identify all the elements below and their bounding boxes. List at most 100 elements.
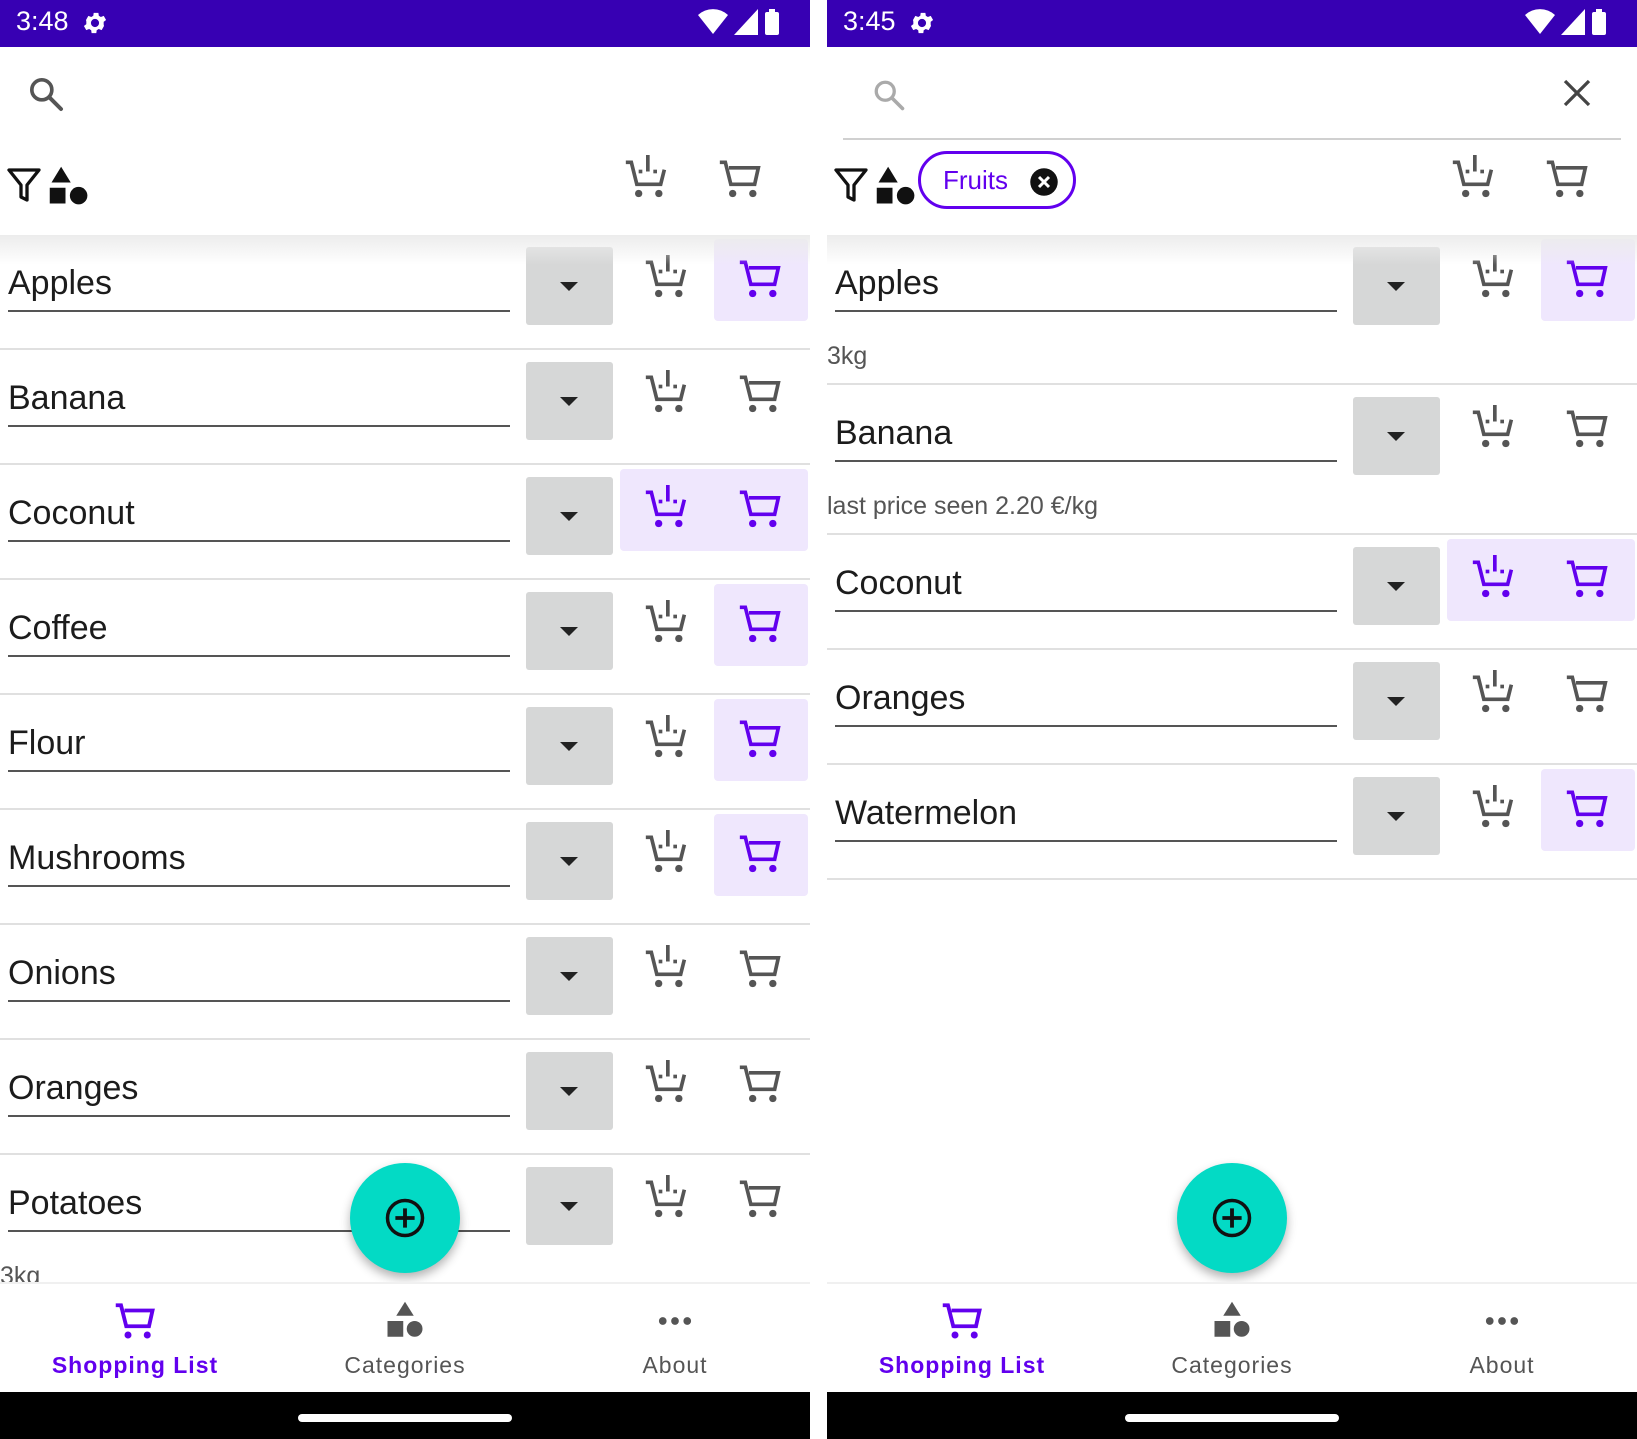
- status-bar: 3:48: [0, 0, 810, 47]
- add-to-cart-button[interactable]: [644, 1058, 688, 1106]
- list-shadow: [0, 235, 810, 265]
- cart-icon: [739, 605, 781, 643]
- close-icon[interactable]: [1559, 75, 1595, 111]
- item-name-field[interactable]: Onions: [8, 950, 510, 1002]
- cart-icon: [739, 1180, 781, 1218]
- item-name: Coconut: [8, 494, 135, 532]
- search-input[interactable]: [917, 71, 1477, 117]
- cart-icon: [1566, 790, 1608, 828]
- item-name: Mushrooms: [8, 839, 186, 877]
- item-dropdown[interactable]: [1353, 397, 1440, 475]
- bottom-navigation: Shopping List Categories About: [827, 1282, 1637, 1392]
- item-name-field[interactable]: Banana: [835, 410, 1337, 462]
- item-name-field[interactable]: Coconut: [8, 490, 510, 542]
- in-cart-button[interactable]: [738, 1173, 782, 1221]
- in-cart-button[interactable]: [738, 598, 782, 646]
- nav-shopping-list[interactable]: Shopping List: [827, 1284, 1097, 1394]
- item-name-field[interactable]: Coconut: [835, 560, 1337, 612]
- list-item-flour: Flour: [0, 695, 810, 810]
- filter-chip-label: Fruits: [943, 164, 1008, 195]
- cart-add-icon: [645, 600, 687, 643]
- item-dropdown[interactable]: [526, 1167, 613, 1245]
- nav-about[interactable]: About: [540, 1284, 810, 1394]
- in-cart-button[interactable]: [738, 713, 782, 761]
- filter-chip[interactable]: Fruits: [918, 151, 1076, 209]
- add-circle-icon: [1212, 1198, 1252, 1238]
- add-to-cart-button[interactable]: [1471, 783, 1515, 831]
- item-name: Oranges: [835, 679, 966, 717]
- cart-all-icon[interactable]: [1545, 153, 1589, 201]
- dropdown-caret-icon: [1387, 432, 1405, 441]
- in-cart-button[interactable]: [738, 483, 782, 531]
- item-note: last price seen 2.20 €/kg: [827, 492, 1098, 520]
- item-name-field[interactable]: Apples: [835, 260, 1337, 312]
- item-dropdown[interactable]: [1353, 777, 1440, 855]
- item-dropdown[interactable]: [1353, 547, 1440, 625]
- add-to-cart-button[interactable]: [644, 598, 688, 646]
- item-name-field[interactable]: Apples: [8, 260, 510, 312]
- add-to-cart-button[interactable]: [644, 713, 688, 761]
- categories-filter-icon[interactable]: [48, 165, 90, 207]
- in-cart-button[interactable]: [738, 828, 782, 876]
- item-name-field[interactable]: Mushrooms: [8, 835, 510, 887]
- shopping-list: Apples Banana Coconut Coffee Flour Mushrooms O…: [0, 235, 810, 1282]
- add-to-cart-button[interactable]: [644, 828, 688, 876]
- more-icon: [1485, 1317, 1519, 1325]
- item-dropdown[interactable]: [526, 477, 613, 555]
- item-name-field[interactable]: Flour: [8, 720, 510, 772]
- search-icon[interactable]: [26, 74, 66, 114]
- add-to-cart-all-icon[interactable]: [1451, 153, 1495, 201]
- nav-label: About: [1469, 1352, 1535, 1378]
- cart-add-icon: [645, 1175, 687, 1218]
- home-indicator[interactable]: [298, 1414, 512, 1422]
- item-dropdown[interactable]: [526, 1052, 613, 1130]
- in-cart-button[interactable]: [1565, 783, 1609, 831]
- filter-row: [0, 141, 810, 235]
- item-name-field[interactable]: Oranges: [835, 675, 1337, 727]
- item-name-field[interactable]: Oranges: [8, 1065, 510, 1117]
- add-to-cart-all-icon[interactable]: [624, 153, 668, 201]
- cart-icon: [942, 1303, 982, 1339]
- add-to-cart-button[interactable]: [1471, 668, 1515, 716]
- item-name: Apples: [835, 264, 939, 302]
- home-indicator[interactable]: [1125, 1414, 1339, 1422]
- item-dropdown[interactable]: [1353, 662, 1440, 740]
- item-dropdown[interactable]: [526, 707, 613, 785]
- in-cart-button[interactable]: [1565, 403, 1609, 451]
- item-name-field[interactable]: Coffee: [8, 605, 510, 657]
- item-name-field[interactable]: Watermelon: [835, 790, 1337, 842]
- nav-categories[interactable]: Categories: [1097, 1284, 1367, 1394]
- status-time: 3:45: [843, 6, 896, 36]
- nav-shopping-list[interactable]: Shopping List: [0, 1284, 270, 1394]
- add-to-cart-button[interactable]: [644, 368, 688, 416]
- dropdown-caret-icon: [560, 397, 578, 406]
- add-to-cart-button[interactable]: [644, 1173, 688, 1221]
- item-dropdown[interactable]: [526, 937, 613, 1015]
- add-to-cart-button[interactable]: [1471, 403, 1515, 451]
- in-cart-button[interactable]: [1565, 668, 1609, 716]
- in-cart-button[interactable]: [738, 368, 782, 416]
- add-item-fab[interactable]: [1177, 1163, 1287, 1273]
- chip-close-icon[interactable]: [1029, 167, 1059, 197]
- item-dropdown[interactable]: [526, 822, 613, 900]
- item-dropdown[interactable]: [526, 362, 613, 440]
- add-to-cart-button[interactable]: [644, 483, 688, 531]
- add-to-cart-button[interactable]: [644, 943, 688, 991]
- in-cart-button[interactable]: [738, 1058, 782, 1106]
- cart-all-icon[interactable]: [718, 153, 762, 201]
- in-cart-button[interactable]: [738, 943, 782, 991]
- list-shadow: [827, 235, 1637, 265]
- nav-about[interactable]: About: [1367, 1284, 1637, 1394]
- list-item-onions: Onions: [0, 925, 810, 1040]
- item-name-field[interactable]: Banana: [8, 375, 510, 427]
- item-dropdown[interactable]: [526, 592, 613, 670]
- search-underline: [843, 138, 1621, 140]
- in-cart-button[interactable]: [1565, 553, 1609, 601]
- list-item-coffee: Coffee: [0, 580, 810, 695]
- nav-categories[interactable]: Categories: [270, 1284, 540, 1394]
- add-to-cart-button[interactable]: [1471, 553, 1515, 601]
- categories-filter-icon[interactable]: [875, 165, 917, 207]
- filter-icon[interactable]: [833, 165, 869, 205]
- add-item-fab[interactable]: [350, 1163, 460, 1273]
- filter-icon[interactable]: [6, 165, 42, 205]
